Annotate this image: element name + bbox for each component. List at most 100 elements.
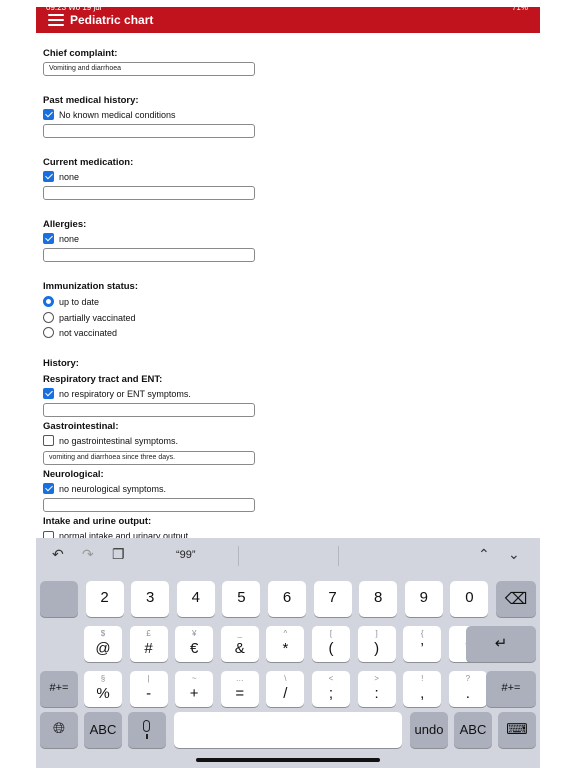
symbol-key[interactable]: <; <box>312 671 350 707</box>
history-label: History: <box>43 358 79 369</box>
dismiss-keyboard-key[interactable]: ⌨ <box>498 712 536 748</box>
symbol-key[interactable]: | - <box>129 671 168 707</box>
return-icon: ↵ <box>494 635 508 652</box>
symbol-key-label: % <box>96 685 110 702</box>
digit-key[interactable]: 6 <box>268 581 306 617</box>
immunization-radio-not-vaccinated[interactable] <box>43 327 54 338</box>
symbol-key-label: = <box>235 685 245 702</box>
gastro-label: Gastrointestinal: <box>43 421 119 432</box>
symbol-key-label: @ <box>95 640 111 657</box>
chief-complaint-input[interactable]: Vomiting and diarrhoea <box>43 62 255 76</box>
backspace-icon: ⌫ <box>504 591 528 608</box>
immunization-label: Immunization status: <box>43 281 139 292</box>
intake-label: Intake and urine output: <box>43 516 152 527</box>
symbol-key[interactable]: ¥ € <box>175 626 214 662</box>
symbol-key-alt: \ <box>284 674 287 683</box>
shift-key-right[interactable]: #+= <box>486 671 536 707</box>
symbol-key[interactable]: ^ * <box>266 626 305 662</box>
symbol-key[interactable]: §% <box>84 671 122 707</box>
symbol-key-alt: § <box>100 674 106 683</box>
gastro-input[interactable]: vomiting and diarrhoea since three days. <box>43 451 255 465</box>
symbol-key[interactable]: >: <box>357 671 396 707</box>
symbol-key-label: ; <box>328 685 334 702</box>
past-history-input[interactable] <box>43 124 255 138</box>
shift-key-label: #+= <box>501 682 521 694</box>
past-history-label: Past medical history: <box>43 95 139 106</box>
neuro-input[interactable] <box>43 498 255 512</box>
digit-key[interactable]: 5 <box>222 581 261 617</box>
digit-key[interactable]: 0 <box>450 581 489 617</box>
respiratory-label: Respiratory tract and ENT: <box>43 374 163 385</box>
digit-key-label: 9 <box>419 589 428 606</box>
past-history-checkbox[interactable] <box>43 109 54 120</box>
suggestion-word[interactable]: “99” <box>176 549 196 561</box>
symbol-key[interactable]: [( <box>312 626 350 662</box>
symbol-key-alt: ¥ <box>191 629 197 638</box>
immunization-radio-partial[interactable] <box>43 312 54 323</box>
allergies-input[interactable] <box>43 248 255 262</box>
symbol-key[interactable]: ~ + <box>175 671 214 707</box>
symbol-key[interactable]: … = <box>220 671 259 707</box>
digit-key[interactable]: 3 <box>131 581 170 617</box>
abc-key-label: ABC <box>459 722 487 737</box>
digit-key-label: 8 <box>374 589 383 606</box>
abc-key-left[interactable]: ABC <box>84 712 122 748</box>
dictation-key[interactable] <box>128 712 166 748</box>
symbol-key-alt: | <box>147 674 150 683</box>
allergies-label: Allergies: <box>43 219 87 230</box>
digit-key-label: 5 <box>237 589 246 606</box>
symbol-key[interactable]: ?. <box>448 671 487 707</box>
neuro-checkbox[interactable] <box>43 483 54 494</box>
microphone-stand <box>146 734 148 739</box>
symbol-key[interactable]: £ # <box>129 626 168 662</box>
respiratory-input[interactable] <box>43 403 255 417</box>
medication-input[interactable] <box>43 186 255 200</box>
symbol-key-label: # <box>144 640 153 657</box>
medication-checkbox[interactable] <box>43 171 54 182</box>
tab-key[interactable] <box>40 581 78 617</box>
symbol-key-label: : <box>374 685 379 702</box>
shift-key-left[interactable]: #+= <box>40 671 78 707</box>
symbol-key[interactable]: $ @ <box>84 626 122 662</box>
symbol-key-label: , <box>420 685 425 702</box>
symbol-key-alt: ! <box>421 674 424 683</box>
return-key[interactable]: ↵ <box>466 626 536 662</box>
clipboard-icon[interactable]: ❐ <box>112 546 125 563</box>
symbol-key-label: & <box>234 640 245 657</box>
symbol-key[interactable]: !, <box>403 671 442 707</box>
respiratory-checkbox[interactable] <box>43 388 54 399</box>
chevron-up-icon[interactable]: ⌃ <box>478 546 490 563</box>
digit-key-label: 3 <box>146 589 155 606</box>
digit-key[interactable]: 7 <box>313 581 352 617</box>
abc-key-right[interactable]: ABC <box>454 712 492 748</box>
digit-key-label: 4 <box>191 589 200 606</box>
immunization-option: up to date <box>59 297 100 307</box>
symbol-key[interactable]: ]) <box>357 626 396 662</box>
allergies-checkbox[interactable] <box>43 233 54 244</box>
symbol-key[interactable]: _ & <box>220 626 259 662</box>
digit-key[interactable]: 8 <box>359 581 398 617</box>
symbol-key-label: € <box>190 640 199 657</box>
globe-key[interactable]: 🌐︎ <box>40 712 78 748</box>
backspace-key[interactable]: ⌫ <box>496 581 536 617</box>
digit-key[interactable]: 9 <box>404 581 443 617</box>
chevron-down-icon[interactable]: ⌄ <box>508 546 520 563</box>
immunization-radio-up-to-date[interactable] <box>43 296 54 307</box>
redo-arrow-icon[interactable]: ↷ <box>82 546 94 563</box>
undo-key[interactable]: undo <box>410 712 448 748</box>
digit-key[interactable]: 2 <box>85 581 124 617</box>
symbol-key[interactable]: \ / <box>266 671 305 707</box>
symbol-key[interactable]: {’ <box>403 626 442 662</box>
space-bar[interactable] <box>174 712 402 748</box>
abc-key-label: ABC <box>89 722 117 737</box>
symbol-key-label: - <box>146 685 152 702</box>
microphone-icon <box>143 720 150 732</box>
symbol-key-alt: ? <box>465 674 471 683</box>
gastro-checkbox[interactable] <box>43 435 54 446</box>
symbol-key-alt: > <box>374 674 379 683</box>
undo-arrow-icon[interactable]: ↶ <box>52 546 64 563</box>
symbol-key-label: ( <box>328 640 334 657</box>
digit-key[interactable]: 4 <box>176 581 215 617</box>
symbol-key-alt: ] <box>375 629 378 638</box>
immunization-option: not vaccinated <box>59 328 118 338</box>
